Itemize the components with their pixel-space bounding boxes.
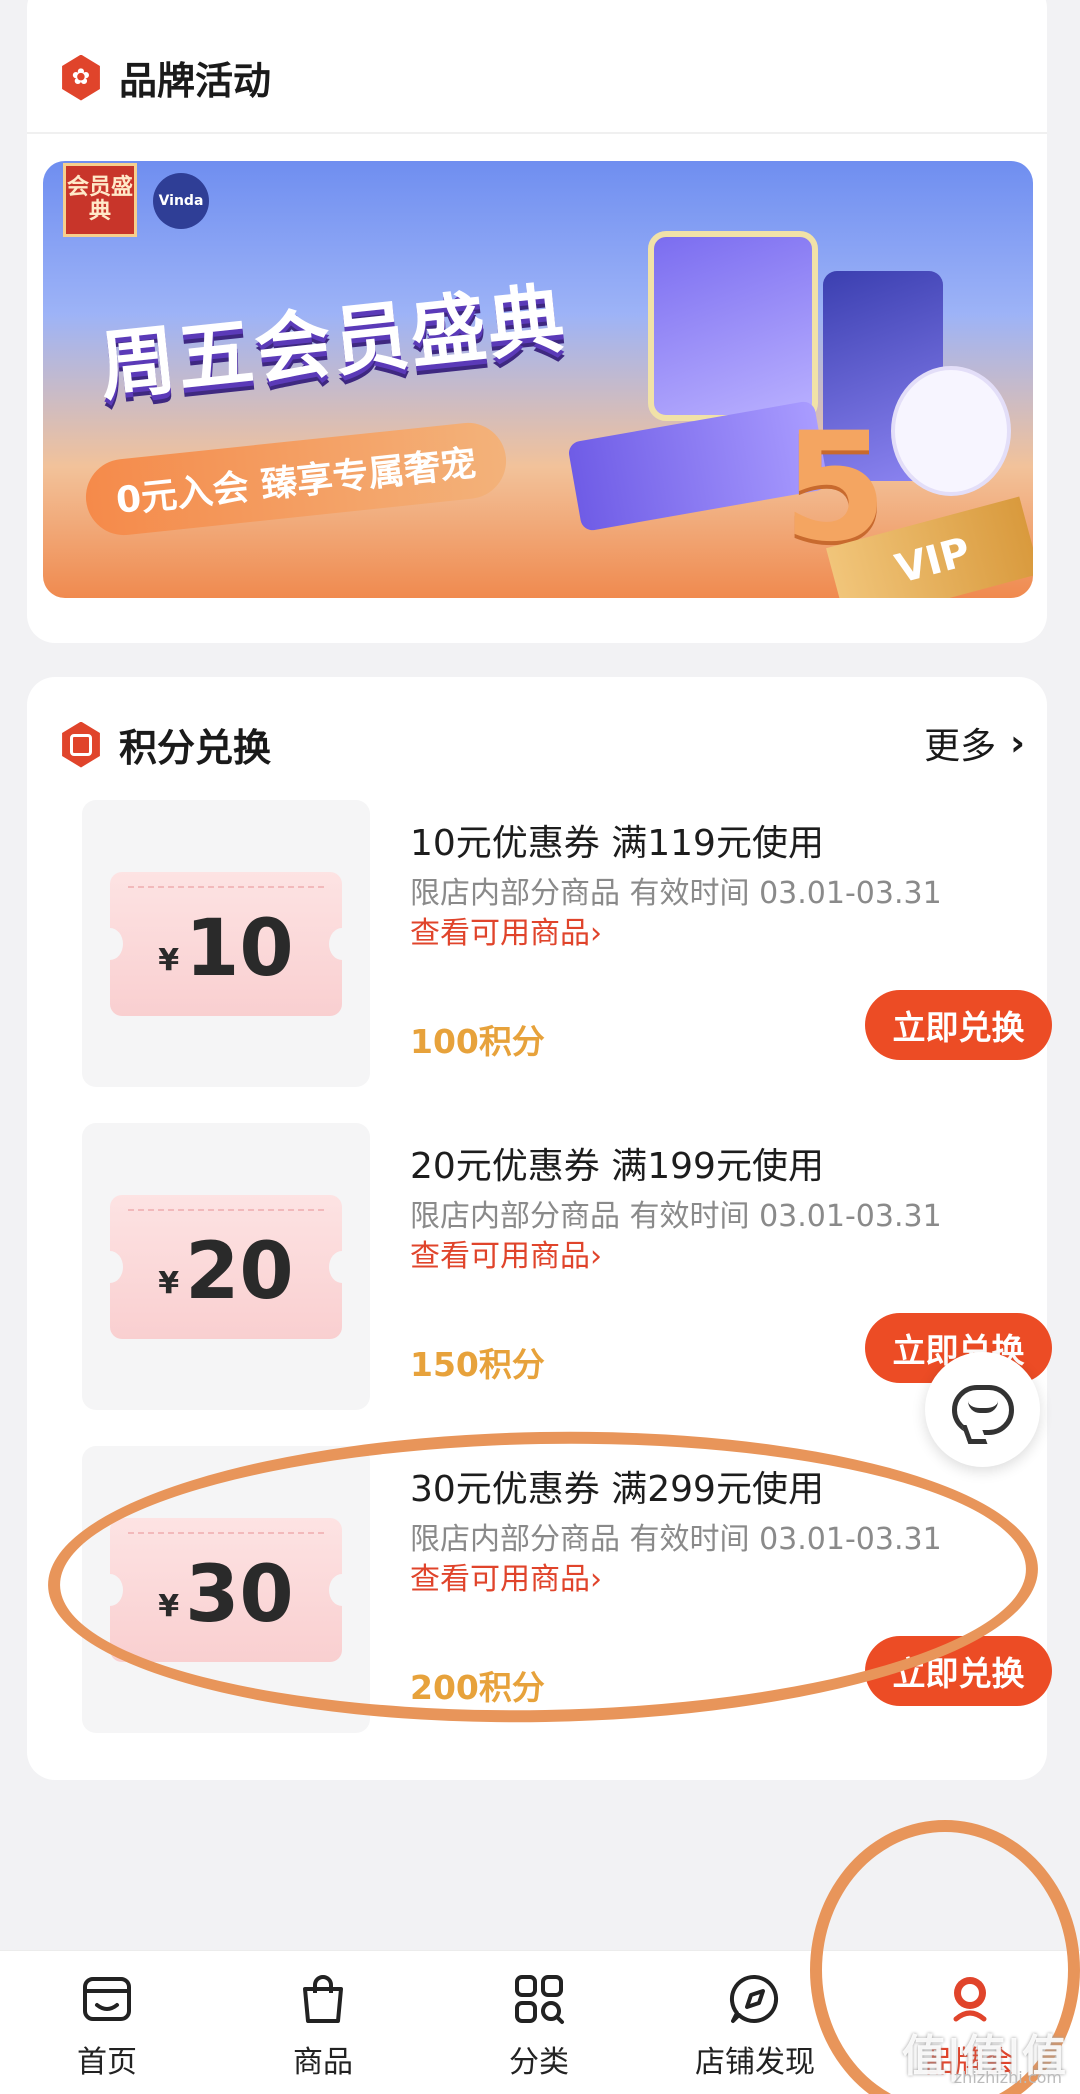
banner-subline: 0元入会 臻享专属奢宠 xyxy=(82,419,510,539)
ticket-dashed-line xyxy=(128,885,324,888)
nav-label: 分类 xyxy=(509,2045,569,2080)
coupon-item: ¥ 20 20元优惠券 满199元使用 限店内部分商品 有效时间 03.01-0… xyxy=(82,1123,1052,1410)
coupon-ticket-panel: ¥ 20 xyxy=(82,1123,370,1410)
page: ✿ 品牌活动 会员盛典 Vinda 5 VIP 周五会员盛典 0元入会 臻享专属… xyxy=(0,0,1080,2094)
brand-section-header: ✿ 品牌活动 xyxy=(59,50,271,105)
coupon-title: 10元优惠券 满119元使用 xyxy=(410,823,824,864)
brand-hexagon-icon: ✿ xyxy=(62,54,100,101)
currency-symbol: ¥ xyxy=(158,1265,180,1301)
chat-bubble-icon xyxy=(951,1384,1014,1435)
watermark-url: zhizhizhi.com xyxy=(953,2068,1062,2087)
store-icon xyxy=(77,1969,137,2029)
more-label: 更多 xyxy=(924,726,997,767)
coupon-description: 限店内部分商品 有效时间 03.01-03.31 xyxy=(410,876,942,911)
points-cost: 150积分 xyxy=(410,1345,545,1384)
currency-symbol: ¥ xyxy=(158,942,180,978)
grid-icon xyxy=(509,1969,569,2029)
coupon-title: 20元优惠券 满199元使用 xyxy=(410,1146,824,1187)
points-cost: 100积分 xyxy=(410,1022,545,1061)
vinda-logo: Vinda xyxy=(153,173,209,229)
bag-icon xyxy=(293,1969,353,2029)
banner-headline: 周五会员盛典 xyxy=(95,273,571,412)
nav-label: 店铺发现 xyxy=(695,2045,815,2080)
compass-icon xyxy=(725,1969,785,2029)
nav-label: 首页 xyxy=(77,2045,137,2080)
member-fest-badge: 会员盛典 xyxy=(63,163,137,237)
coupon-ticket: ¥ 20 xyxy=(97,1194,355,1339)
brand-section-title: 品牌活动 xyxy=(119,59,272,103)
view-products-link[interactable]: 查看可用商品› xyxy=(410,908,602,952)
coupon-description: 限店内部分商品 有效时间 03.01-03.31 xyxy=(410,1199,942,1234)
nav-item-products[interactable]: 商品 xyxy=(233,1969,413,2081)
promo-banner[interactable]: 会员盛典 Vinda 5 VIP 周五会员盛典 0元入会 臻享专属奢宠 xyxy=(43,161,1033,598)
tissue-pack-image xyxy=(648,231,818,421)
points-hexagon-icon xyxy=(62,721,100,768)
brand-activity-card: ✿ 品牌活动 会员盛典 Vinda 5 VIP 周五会员盛典 0元入会 臻享专属… xyxy=(27,0,1047,643)
chevron-right-icon: › xyxy=(1010,722,1025,764)
coupon-ticket: ¥ 10 xyxy=(97,871,355,1016)
nav-item-categories[interactable]: 分类 xyxy=(449,1969,629,2081)
nav-item-home[interactable]: 首页 xyxy=(17,1969,197,2081)
coupon-item: ¥ 10 10元优惠券 满119元使用 限店内部分商品 有效时间 03.01-0… xyxy=(82,800,1052,1087)
customer-service-button[interactable] xyxy=(925,1352,1040,1467)
divider xyxy=(27,132,1047,134)
ticket-dashed-line xyxy=(128,1208,324,1211)
nav-label: 商品 xyxy=(293,2045,353,2080)
points-section-title: 积分兑换 xyxy=(119,726,272,770)
points-section-header: 积分兑换 xyxy=(59,717,271,772)
chevron-right-icon: › xyxy=(590,1239,602,1274)
redeem-button[interactable]: 立即兑换 xyxy=(865,990,1052,1060)
coupon-ticket-panel: ¥ 10 xyxy=(82,800,370,1087)
coupon-amount: 10 xyxy=(185,903,294,994)
coupon-amount: 20 xyxy=(185,1226,294,1317)
more-link[interactable]: 更多 › xyxy=(924,717,1025,769)
chevron-right-icon: › xyxy=(590,916,602,951)
sheep-mascot-image xyxy=(891,366,1011,496)
view-products-link[interactable]: 查看可用商品› xyxy=(410,1231,602,1275)
